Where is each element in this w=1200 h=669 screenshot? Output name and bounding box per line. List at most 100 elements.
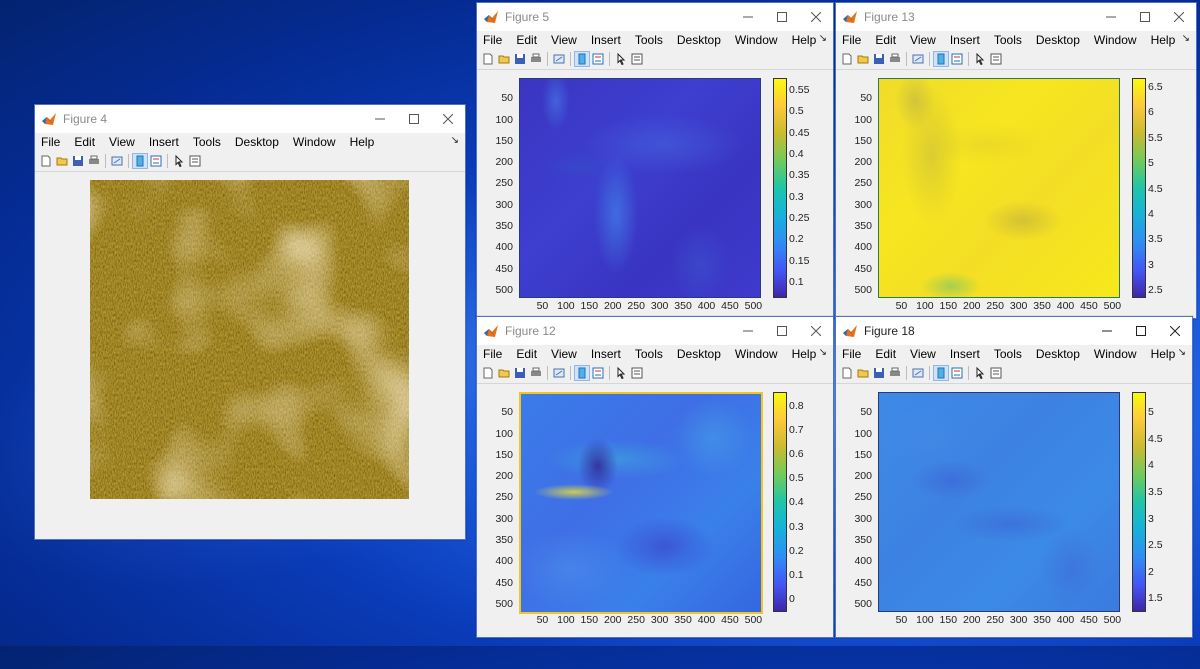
menu-view[interactable]: View — [551, 33, 577, 47]
close-button[interactable] — [799, 3, 833, 31]
maximize-button[interactable] — [765, 3, 799, 31]
save-icon[interactable] — [872, 366, 886, 380]
figure-window-18[interactable]: Figure 18 File Edit View Insert Tools De… — [835, 316, 1193, 638]
open-file-icon[interactable] — [497, 366, 511, 380]
menu-insert[interactable]: Insert — [591, 33, 621, 47]
property-inspector-icon[interactable] — [989, 52, 1003, 66]
dock-arrow-icon[interactable]: ↘ — [819, 33, 827, 44]
legend-icon[interactable] — [591, 52, 605, 66]
minimize-button[interactable] — [363, 105, 397, 133]
colorbar-icon[interactable] — [933, 51, 949, 67]
menu-insert[interactable]: Insert — [591, 347, 621, 361]
minimize-button[interactable] — [1090, 317, 1124, 345]
menu-edit[interactable]: Edit — [74, 135, 95, 149]
save-icon[interactable] — [513, 366, 527, 380]
menu-view[interactable]: View — [910, 33, 936, 47]
print-icon[interactable] — [87, 154, 101, 168]
dock-arrow-icon[interactable]: ↘ — [451, 135, 459, 146]
legend-icon[interactable] — [591, 366, 605, 380]
menu-insert[interactable]: Insert — [149, 135, 179, 149]
menu-file[interactable]: File — [483, 33, 502, 47]
close-button[interactable] — [431, 105, 465, 133]
colorbar-icon[interactable] — [574, 51, 590, 67]
menu-view[interactable]: View — [551, 347, 577, 361]
menu-window[interactable]: Window — [735, 347, 778, 361]
pointer-icon[interactable] — [614, 52, 628, 66]
maximize-button[interactable] — [765, 317, 799, 345]
menu-help[interactable]: Help — [1151, 347, 1176, 361]
menu-tools[interactable]: Tools — [193, 135, 221, 149]
menu-tools[interactable]: Tools — [994, 347, 1022, 361]
menu-tools[interactable]: Tools — [635, 33, 663, 47]
menu-edit[interactable]: Edit — [875, 33, 896, 47]
menu-window[interactable]: Window — [1094, 347, 1137, 361]
dock-arrow-icon[interactable]: ↘ — [819, 347, 827, 358]
menu-desktop[interactable]: Desktop — [1036, 347, 1080, 361]
close-button[interactable] — [1162, 3, 1196, 31]
menu-edit[interactable]: Edit — [516, 347, 537, 361]
menu-file[interactable]: File — [842, 33, 861, 47]
link-plot-icon[interactable] — [552, 52, 566, 66]
link-plot-icon[interactable] — [110, 154, 124, 168]
menu-desktop[interactable]: Desktop — [235, 135, 279, 149]
maximize-button[interactable] — [1124, 317, 1158, 345]
close-button[interactable] — [799, 317, 833, 345]
colorbar-icon[interactable] — [132, 153, 148, 169]
colorbar-icon[interactable] — [574, 365, 590, 381]
pointer-icon[interactable] — [973, 52, 987, 66]
minimize-button[interactable] — [731, 3, 765, 31]
figure-window-5[interactable]: Figure 5 File Edit View Insert Tools Des… — [476, 2, 834, 319]
menu-tools[interactable]: Tools — [994, 33, 1022, 47]
menu-desktop[interactable]: Desktop — [677, 347, 721, 361]
minimize-button[interactable] — [731, 317, 765, 345]
new-figure-icon[interactable] — [840, 366, 854, 380]
minimize-button[interactable] — [1094, 3, 1128, 31]
print-icon[interactable] — [888, 52, 902, 66]
property-inspector-icon[interactable] — [630, 52, 644, 66]
figure-window-4[interactable]: Figure 4 File Edit View Insert Tools Des… — [34, 104, 466, 540]
property-inspector-icon[interactable] — [989, 366, 1003, 380]
menu-window[interactable]: Window — [735, 33, 778, 47]
print-icon[interactable] — [529, 52, 543, 66]
link-plot-icon[interactable] — [911, 366, 925, 380]
maximize-button[interactable] — [397, 105, 431, 133]
property-inspector-icon[interactable] — [188, 154, 202, 168]
menu-view[interactable]: View — [910, 347, 936, 361]
menu-insert[interactable]: Insert — [950, 33, 980, 47]
menu-tools[interactable]: Tools — [635, 347, 663, 361]
title-bar[interactable]: Figure 12 — [477, 317, 833, 345]
print-icon[interactable] — [529, 366, 543, 380]
maximize-button[interactable] — [1128, 3, 1162, 31]
new-figure-icon[interactable] — [840, 52, 854, 66]
menu-help[interactable]: Help — [792, 347, 817, 361]
menu-desktop[interactable]: Desktop — [1036, 33, 1080, 47]
link-plot-icon[interactable] — [911, 52, 925, 66]
menu-help[interactable]: Help — [792, 33, 817, 47]
open-file-icon[interactable] — [497, 52, 511, 66]
link-plot-icon[interactable] — [552, 366, 566, 380]
figure-window-12[interactable]: Figure 12 File Edit View Insert Tools De… — [476, 316, 834, 638]
save-icon[interactable] — [513, 52, 527, 66]
new-figure-icon[interactable] — [481, 52, 495, 66]
legend-icon[interactable] — [149, 154, 163, 168]
title-bar[interactable]: Figure 18 — [836, 317, 1192, 345]
menu-file[interactable]: File — [483, 347, 502, 361]
dock-arrow-icon[interactable]: ↘ — [1182, 33, 1190, 44]
pointer-icon[interactable] — [973, 366, 987, 380]
new-figure-icon[interactable] — [39, 154, 53, 168]
menu-file[interactable]: File — [41, 135, 60, 149]
menu-edit[interactable]: Edit — [516, 33, 537, 47]
menu-desktop[interactable]: Desktop — [677, 33, 721, 47]
new-figure-icon[interactable] — [481, 366, 495, 380]
open-file-icon[interactable] — [856, 366, 870, 380]
menu-insert[interactable]: Insert — [950, 347, 980, 361]
menu-window[interactable]: Window — [293, 135, 336, 149]
save-icon[interactable] — [71, 154, 85, 168]
print-icon[interactable] — [888, 366, 902, 380]
property-inspector-icon[interactable] — [630, 366, 644, 380]
title-bar[interactable]: Figure 13 — [836, 3, 1196, 31]
menu-file[interactable]: File — [842, 347, 861, 361]
pointer-icon[interactable] — [172, 154, 186, 168]
title-bar[interactable]: Figure 5 — [477, 3, 833, 31]
figure-window-13[interactable]: Figure 13 File Edit View Insert Tools De… — [835, 2, 1197, 319]
